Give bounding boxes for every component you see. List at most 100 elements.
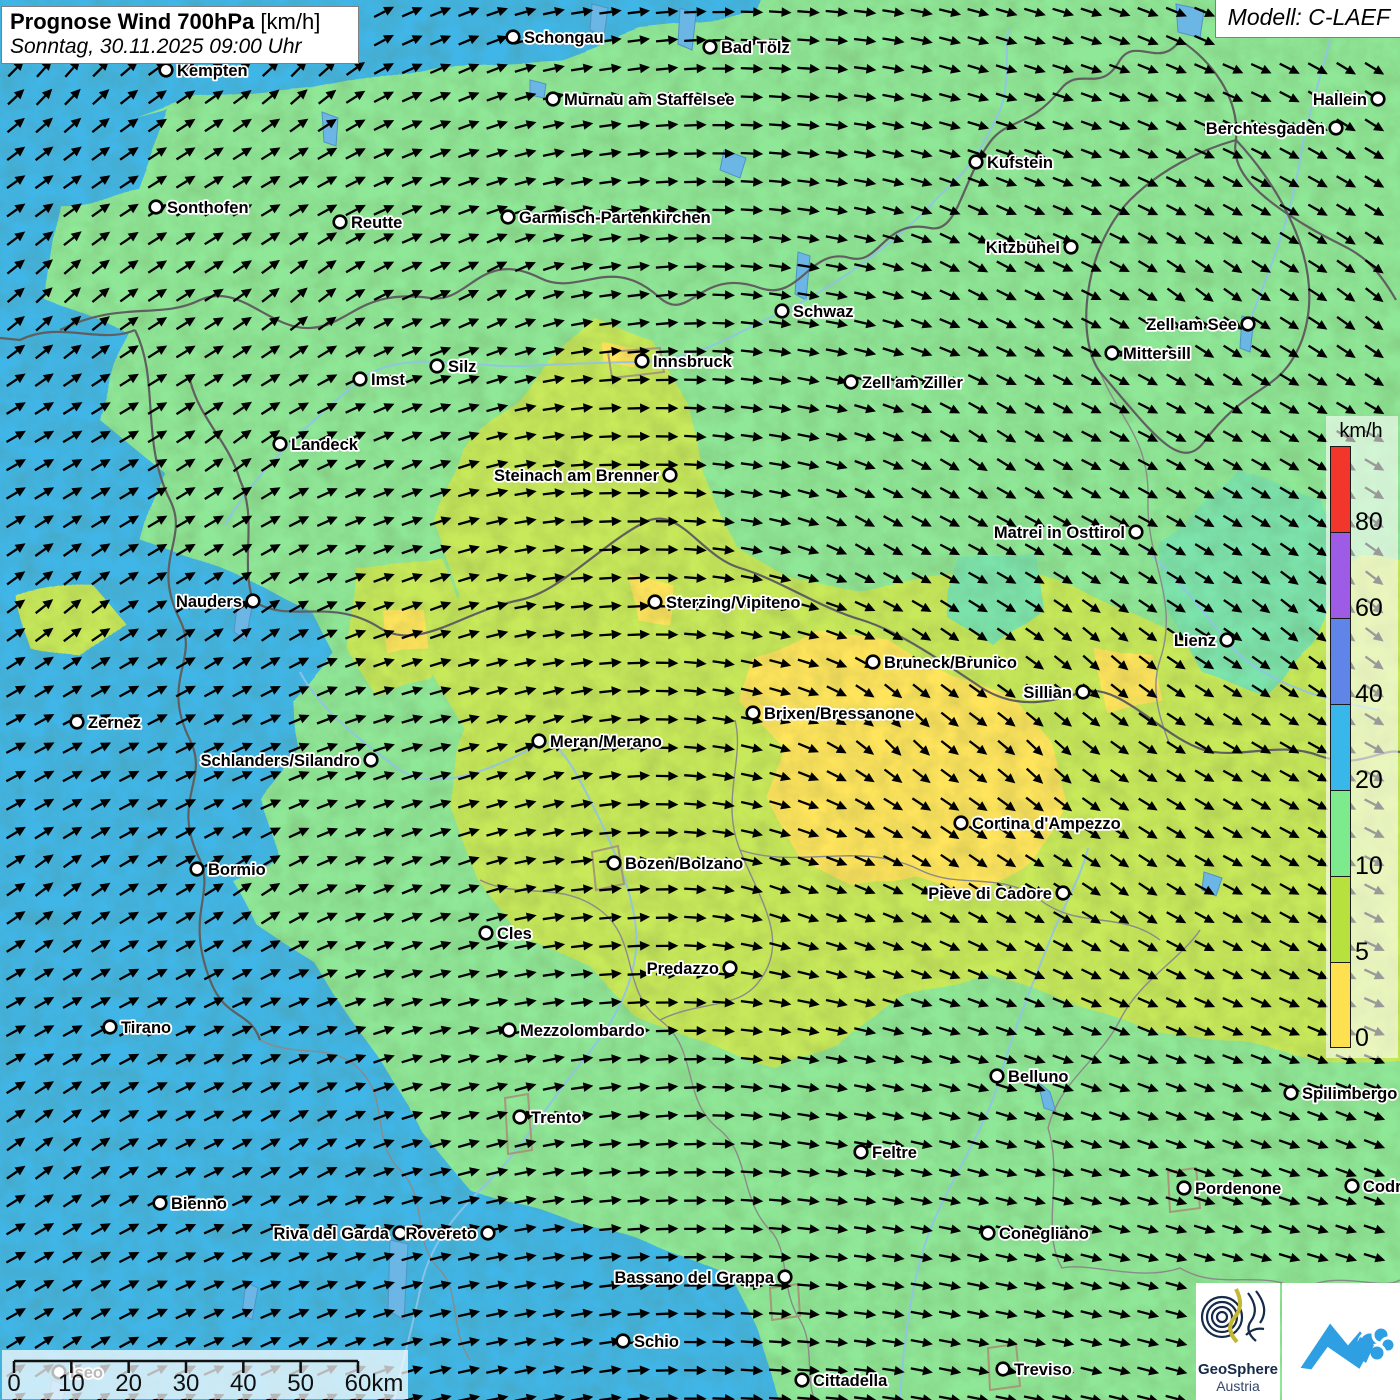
- city-marker: [617, 1335, 630, 1348]
- city-marker: [704, 41, 717, 54]
- city-marker: [354, 373, 367, 386]
- legend-segment: [1330, 532, 1351, 618]
- scale-label: 40: [230, 1370, 257, 1398]
- city-label: Reutte: [351, 214, 402, 232]
- city-marker: [1178, 1182, 1191, 1195]
- city-label: Pieve di Cadore: [928, 885, 1052, 903]
- city-bozen-bolzano: Bozen/Bolzano: [608, 855, 744, 873]
- city-schlanders-silandro: Schlanders/Silandro: [200, 752, 377, 770]
- scale-label: 0: [7, 1370, 20, 1398]
- city-marker: [1057, 887, 1070, 900]
- geosphere-logo-text: GeoSphere: [1196, 1361, 1280, 1378]
- city-label: Predazzo: [647, 960, 719, 978]
- city-label: Riva del Garda: [273, 1225, 389, 1243]
- city-label: Steinach am Brenner: [494, 467, 660, 485]
- geosphere-logo: GeoSphere Austria: [1196, 1283, 1280, 1400]
- city-label: Matrei in Osttirol: [994, 524, 1125, 542]
- city-label: Schlanders/Silandro: [200, 752, 360, 770]
- city-marker: [970, 156, 983, 169]
- legend-tick-label: 10: [1355, 854, 1383, 879]
- legend-segment: [1330, 618, 1351, 704]
- city-spilimbergo: Spilimbergo: [1285, 1085, 1398, 1103]
- city-marker: [1242, 318, 1255, 331]
- legend-tick-label: 60: [1355, 596, 1383, 621]
- city-label: Kufstein: [987, 154, 1053, 172]
- legend-tick-label: 40: [1355, 682, 1383, 707]
- city-marker: [1346, 1180, 1359, 1193]
- legend-segment: [1330, 704, 1351, 790]
- city-label: Imst: [371, 371, 405, 389]
- city-label: Bienno: [171, 1195, 227, 1213]
- city-marker: [649, 596, 662, 609]
- city-silz: Silz: [431, 358, 477, 376]
- city-meran-merano: Meran/Merano: [533, 733, 662, 751]
- city-codroipo: Codroipo: [1346, 1178, 1400, 1196]
- weather-map-canvas: SchongauBad TölzKemptenMurnau am Staffel…: [0, 0, 1400, 1400]
- title-parameter: Prognose Wind 700hPa: [10, 9, 254, 34]
- city-label: Trento: [531, 1109, 581, 1127]
- city-label: Schongau: [524, 29, 604, 47]
- city-zell-am-ziller: Zell am Ziller: [845, 374, 964, 392]
- city-label: Lienz: [1174, 632, 1216, 650]
- city-label: Bozen/Bolzano: [625, 855, 743, 873]
- city-marker: [514, 1111, 527, 1124]
- city-label: Kitzbühel: [986, 239, 1060, 257]
- city-marker: [547, 93, 560, 106]
- city-marker: [191, 863, 204, 876]
- city-marker: [482, 1227, 495, 1240]
- city-marker: [71, 716, 84, 729]
- page-title: Prognose Wind 700hPa [km/h]: [10, 9, 350, 35]
- city-marker: [365, 754, 378, 767]
- city-label: Bormio: [208, 861, 266, 879]
- city-label: Kempten: [177, 62, 248, 80]
- city-label: Landeck: [291, 436, 359, 454]
- city-marker: [747, 707, 760, 720]
- city-marker: [1372, 93, 1385, 106]
- city-label: Codroipo: [1363, 1178, 1400, 1196]
- city-label: Berchtesgaden: [1206, 120, 1325, 138]
- city-label: Murnau am Staffelsee: [564, 91, 735, 109]
- map-scale-bar: 0102030405060km: [2, 1350, 408, 1399]
- legend-tick-label: 20: [1355, 768, 1383, 793]
- legend-title: km/h: [1326, 420, 1396, 443]
- city-label: Pordenone: [1195, 1180, 1281, 1198]
- city-marker: [867, 656, 880, 669]
- legend-color-bar: [1330, 446, 1351, 1048]
- city-marker: [1065, 241, 1078, 254]
- city-marker: [431, 360, 444, 373]
- city-marker: [608, 857, 621, 870]
- city-marker: [160, 64, 173, 77]
- city-label: Bassano del Grappa: [614, 1269, 774, 1287]
- scale-label: 60km: [345, 1370, 404, 1398]
- city-label: Hallein: [1313, 91, 1367, 109]
- city-berchtesgaden: Berchtesgaden: [1206, 120, 1343, 138]
- city-murnau-am-staffelsee: Murnau am Staffelsee: [547, 91, 735, 109]
- legend-segment: [1330, 962, 1351, 1048]
- city-marker: [982, 1227, 995, 1240]
- city-marker: [1221, 634, 1234, 647]
- city-marker: [150, 201, 163, 214]
- city-sterzing-vipiteno: Sterzing/Vipiteno: [649, 594, 801, 612]
- city-marker: [480, 927, 493, 940]
- city-label: Sterzing/Vipiteno: [666, 594, 800, 612]
- geosphere-logo-icon: [1196, 1283, 1280, 1355]
- city-label: Garmisch-Partenkirchen: [519, 209, 711, 227]
- city-label: Sillian: [1023, 684, 1072, 702]
- legend-segment: [1330, 446, 1351, 532]
- city-marker: [1285, 1087, 1298, 1100]
- legend-segment: [1330, 876, 1351, 962]
- city-marker: [724, 962, 737, 975]
- city-marker: [502, 211, 515, 224]
- legend-segment: [1330, 790, 1351, 876]
- city-marker: [104, 1021, 117, 1034]
- city-label: Schwaz: [793, 303, 854, 321]
- legend-tick-label: 0: [1355, 1026, 1369, 1051]
- city-marker: [845, 376, 858, 389]
- city-label: Tirano: [121, 1019, 171, 1037]
- city-marker: [636, 355, 649, 368]
- city-marker: [334, 216, 347, 229]
- weather-app-logo: [1282, 1283, 1400, 1400]
- city-label: Zell am Ziller: [862, 374, 963, 392]
- model-label: Modell: C-LAEF: [1215, 0, 1400, 38]
- city-imst: Imst: [354, 371, 406, 389]
